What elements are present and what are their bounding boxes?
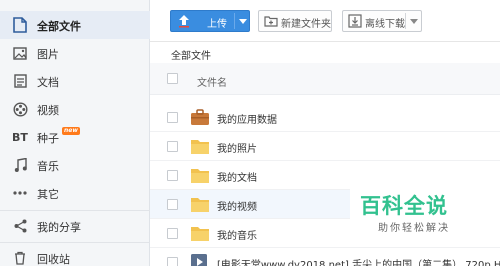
sidebar-divider (0, 242, 150, 243)
sidebar-item-my-share[interactable]: 我的分享 (0, 212, 150, 240)
offline-download-separator (405, 13, 406, 29)
file-name[interactable]: 我的照片 (217, 140, 257, 155)
sidebar-item-label: 回收站 (37, 253, 70, 266)
file-name[interactable]: 我的音乐 (217, 227, 257, 242)
file-name[interactable]: 我的应用数据 (217, 111, 277, 126)
breadcrumb[interactable]: 全部文件 (171, 47, 211, 62)
more-dots-icon (12, 185, 28, 201)
sidebar-item-torrents[interactable]: BT 种子 new (0, 123, 150, 151)
sidebar-item-label: 视频 (37, 104, 59, 117)
film-reel-icon (12, 101, 28, 117)
sidebar-item-label: 文档 (37, 76, 59, 89)
sidebar-item-images[interactable]: 图片 (0, 39, 150, 67)
music-note-icon (12, 157, 28, 173)
sidebar-item-recycle-bin[interactable]: 回收站 (0, 244, 150, 266)
sidebar-item-label: 全部文件 (37, 20, 81, 33)
app-data-folder-icon (190, 108, 210, 126)
document-icon (12, 17, 28, 33)
row-checkbox[interactable] (167, 170, 178, 181)
row-checkbox[interactable] (167, 112, 178, 123)
column-header-filename[interactable]: 文件名 (197, 74, 227, 89)
sidebar-item-music[interactable]: 音乐 (0, 151, 150, 179)
doc-list-icon (12, 73, 28, 89)
new-badge: new (62, 127, 80, 135)
sidebar-item-all-files[interactable]: 全部文件 (0, 11, 150, 39)
row-checkbox[interactable] (167, 141, 178, 152)
row-checkbox[interactable] (167, 228, 178, 239)
new-folder-icon (264, 14, 278, 28)
image-icon (12, 45, 28, 61)
select-all-checkbox[interactable] (167, 73, 178, 84)
share-icon (12, 218, 28, 234)
watermark-title: 百科全说 (360, 194, 448, 218)
offline-download-button[interactable]: 离线下载 (342, 10, 422, 32)
trash-icon (12, 250, 28, 266)
table-header: 文件名 (150, 63, 500, 95)
bt-icon-text: BT (12, 130, 28, 144)
folder-icon (190, 137, 210, 155)
sidebar-item-documents[interactable]: 文档 (0, 67, 150, 95)
upload-button[interactable]: 上传 (170, 10, 250, 32)
sidebar-divider (0, 210, 150, 211)
new-folder-button[interactable]: 新建文件夹 (258, 10, 332, 32)
file-name[interactable]: 我的文档 (217, 169, 257, 184)
row-checkbox[interactable] (167, 199, 178, 210)
table-row[interactable]: 我的照片 (150, 132, 500, 161)
new-folder-label: 新建文件夹 (281, 19, 331, 30)
file-name[interactable]: [电影天堂www.dy2018.net].舌尖上的中国（第二集）.720p.HD (217, 256, 500, 266)
sidebar-item-label: 种子 (37, 132, 59, 145)
upload-icon (177, 14, 191, 28)
toolbar: 上传 新建文件夹 离线下载 (150, 0, 500, 42)
table-row[interactable]: 我的应用数据 (150, 103, 500, 132)
sidebar-item-label: 图片 (37, 48, 59, 61)
watermark-subtitle: 助你轻松解决 (378, 223, 450, 234)
upload-label: 上传 (207, 19, 227, 30)
sidebar-item-label: 音乐 (37, 160, 59, 173)
table-row[interactable]: [电影天堂www.dy2018.net].舌尖上的中国（第二集）.720p.HD (150, 248, 500, 266)
row-checkbox[interactable] (167, 257, 178, 266)
watermark: 百科全说 助你轻松解决 (350, 185, 500, 245)
upload-separator (234, 13, 235, 29)
sidebar-item-label: 我的分享 (37, 221, 81, 234)
chevron-down-icon[interactable] (239, 19, 247, 24)
download-icon (348, 14, 362, 28)
sidebar-item-other[interactable]: 其它 (0, 179, 150, 207)
sidebar: 全部文件 图片 文档 视频 BT 种子 new 音乐 其它 我的分享 回收站 (0, 0, 150, 266)
offline-download-label: 离线下载 (365, 19, 405, 30)
chevron-down-icon[interactable] (410, 19, 418, 24)
bt-icon: BT (12, 129, 28, 145)
sidebar-item-label: 其它 (37, 188, 59, 201)
folder-icon (190, 166, 210, 184)
video-file-icon (190, 253, 210, 266)
file-name[interactable]: 我的视频 (217, 198, 257, 213)
folder-icon (190, 195, 210, 213)
sidebar-item-videos[interactable]: 视频 (0, 95, 150, 123)
folder-icon (190, 224, 210, 242)
